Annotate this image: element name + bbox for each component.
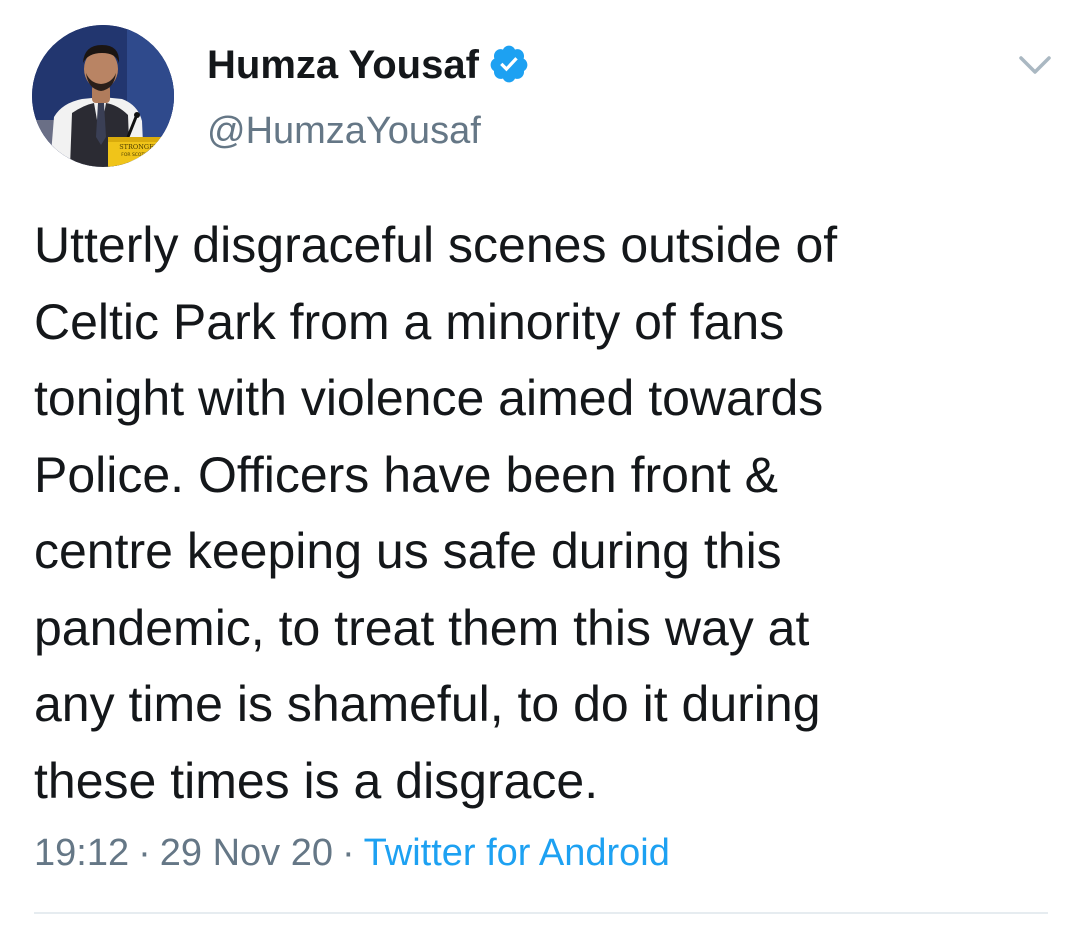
user-handle[interactable]: @HumzaYousaf [207,108,481,154]
divider [34,912,1048,914]
separator-dot: · [138,832,151,874]
tweet-text-line: tonight with violence aimed towards [34,370,824,426]
tweet: STRONGER FOR SCOTLAND Humza Yousaf @Humz… [0,0,1080,930]
tweet-text-line: any time is shameful, to do it during [34,676,821,732]
tweet-time: 19:12 [34,832,130,874]
svg-text:STRONGER: STRONGER [119,143,160,151]
tweet-text-line: Police. Officers have been front & [34,446,778,503]
svg-text:FOR SCOTLAND: FOR SCOTLAND [121,152,157,158]
verified-badge-icon [490,45,528,83]
tweet-date: 29 Nov 20 [159,832,333,874]
tweet-text: Utterly disgraceful scenes outside of Ce… [34,207,1054,819]
tweet-metadata: 19:12 · 29 Nov 20 · Twitter for Android [34,828,670,878]
tweet-text-line: Utterly disgraceful scenes outside of [34,217,838,273]
tweet-text-line: pandemic, to treat them this way at [34,599,810,656]
chevron-down-icon[interactable] [1015,48,1055,82]
tweet-text-line: these times is a disgrace. [34,752,599,809]
separator-dot: · [341,832,355,874]
tweet-text-line: Celtic Park from a minority of fans [34,293,785,350]
avatar[interactable]: STRONGER FOR SCOTLAND [32,25,174,167]
tweet-source-link[interactable]: Twitter for Android [364,832,670,874]
display-name[interactable]: Humza Yousaf [207,40,479,90]
tweet-text-line: centre keeping us safe during this [34,523,782,579]
avatar-photo: STRONGER FOR SCOTLAND [32,25,174,167]
